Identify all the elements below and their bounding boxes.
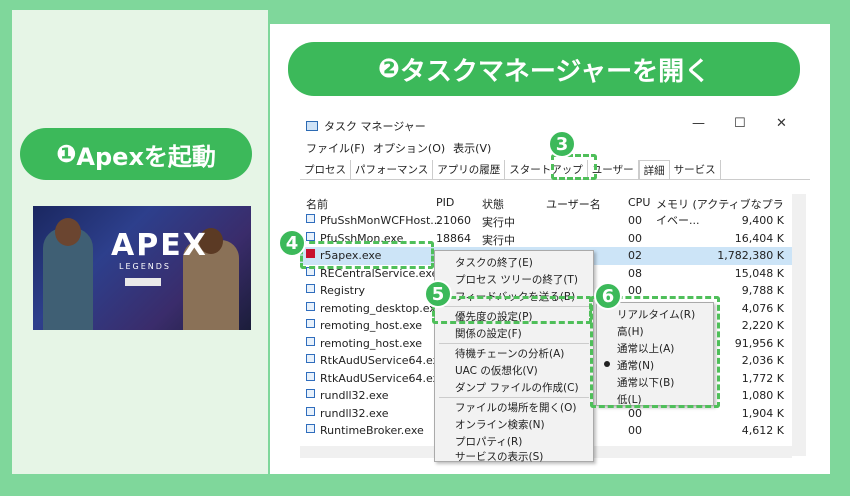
process-icon	[306, 301, 315, 311]
process-mem: 16,404 K	[734, 231, 784, 245]
menu-search-online[interactable]: オンライン検索(N)	[455, 417, 545, 432]
process-cpu: 02	[628, 249, 642, 262]
process-name: remoting_host.exe	[320, 336, 423, 350]
process-name: remoting_desktop.exe	[320, 301, 443, 315]
step4-badge: 4	[278, 229, 306, 257]
process-icon	[306, 371, 315, 381]
process-mem: 9,400 K	[741, 214, 784, 227]
process-mem: 2,036 K	[741, 354, 784, 367]
process-mem: 1,772 K	[741, 371, 784, 385]
character-left-head	[55, 218, 81, 246]
step2-pill: ❷ タスクマネージャーを開く	[288, 42, 800, 96]
process-mem: 9,788 K	[741, 284, 784, 297]
column-headers: 名前 PID 状態 ユーザー名 CPU メモリ (アクティブなプライベー...	[300, 194, 792, 227]
process-name: remoting_host.exe	[320, 319, 423, 332]
tab-details[interactable]: 詳細	[638, 160, 670, 179]
menu-separator	[439, 397, 589, 398]
apex-legends-image: APEX LEGENDS	[33, 206, 251, 330]
process-name: RtkAudUService64.exe	[320, 354, 446, 367]
column-status[interactable]: 状態	[482, 196, 504, 212]
process-icon	[306, 319, 315, 328]
menu-separator	[439, 343, 589, 344]
close-button[interactable]: ✕	[776, 116, 787, 131]
apex-subtitle: LEGENDS	[119, 262, 171, 271]
step1-pill: ❶ Apexを起動	[20, 128, 252, 180]
process-name: Registry	[320, 284, 366, 297]
process-icon	[306, 231, 315, 241]
step6-badge: 6	[594, 282, 622, 310]
tab-services[interactable]: サービス	[670, 160, 721, 179]
process-mem: 1,782,380 K	[717, 249, 784, 262]
process-name: RtkAudUService64.exe	[320, 371, 446, 385]
process-mem: 1,080 K	[741, 389, 784, 402]
highlight-priority-submenu	[590, 296, 720, 408]
maximize-button[interactable]: ☐	[734, 116, 746, 131]
process-name: rundll32.exe	[320, 406, 389, 420]
menu-go-to-services[interactable]: サービスの表示(S)	[455, 449, 543, 464]
process-mem: 2,220 K	[741, 319, 784, 332]
menu-options[interactable]: オプション(O)	[373, 140, 445, 156]
process-cpu: 00	[628, 424, 642, 437]
process-status: 実行中	[482, 216, 515, 229]
process-icon	[306, 336, 315, 346]
tab-performance[interactable]: パフォーマンス	[351, 160, 434, 179]
process-icon	[306, 406, 315, 416]
menu-view[interactable]: 表示(V)	[453, 140, 491, 156]
highlight-set-priority	[432, 296, 592, 324]
menu-create-dump[interactable]: ダンプ ファイルの作成(C)	[455, 380, 579, 395]
task-manager-icon	[306, 121, 318, 131]
menu-end-task[interactable]: タスクの終了(E)	[455, 255, 533, 270]
table-row[interactable]: PfuSshMonWCFHost... 21060 実行中 00 9,400 K	[300, 212, 792, 230]
process-mem: 4,076 K	[741, 301, 784, 315]
menu-open-file-location[interactable]: ファイルの場所を開く(O)	[455, 400, 576, 415]
process-mem: 1,904 K	[741, 406, 784, 420]
process-pid: 21060	[436, 214, 471, 227]
process-name: rundll32.exe	[320, 389, 389, 402]
step1-number: ❶	[56, 140, 77, 168]
tab-processes[interactable]: プロセス	[300, 160, 351, 179]
menu-properties[interactable]: プロパティ(R)	[455, 434, 522, 449]
menu-bar: ファイル(F) オプション(O) 表示(V)	[306, 140, 491, 156]
minimize-button[interactable]: —	[692, 116, 705, 131]
menu-end-process-tree[interactable]: プロセス ツリーの終了(T)	[455, 272, 578, 287]
column-cpu[interactable]: CPU	[628, 196, 650, 209]
highlight-details-tab	[551, 154, 597, 180]
menu-set-affinity[interactable]: 関係の設定(F)	[455, 326, 522, 341]
process-name: RuntimeBroker.exe	[320, 424, 424, 437]
menu-analyze-wait-chain[interactable]: 待機チェーンの分析(A)	[455, 346, 564, 361]
column-pid[interactable]: PID	[436, 196, 454, 209]
process-mem: 4,612 K	[741, 424, 784, 437]
process-icon	[306, 354, 315, 363]
step2-label: タスクマネージャーを開く	[399, 56, 711, 87]
step3-badge: 3	[548, 130, 576, 158]
column-name[interactable]: 名前	[306, 196, 328, 212]
process-pid: 18864	[436, 231, 471, 245]
menu-uac-virtualization[interactable]: UAC の仮想化(V)	[455, 363, 538, 378]
window-titlebar: タスク マネージャー	[306, 118, 426, 134]
window-title: タスク マネージャー	[324, 120, 426, 133]
menu-file[interactable]: ファイル(F)	[306, 140, 365, 156]
process-icon	[306, 424, 315, 433]
process-icon	[306, 389, 315, 398]
process-mem: 15,048 K	[734, 266, 784, 280]
highlight-r5apex-row	[300, 241, 434, 269]
step2-number: ❷	[377, 54, 400, 84]
process-cpu: 00	[628, 231, 642, 245]
apex-start-button	[125, 278, 161, 286]
tab-app-history[interactable]: アプリの履歴	[433, 160, 506, 179]
process-name: PfuSshMonWCFHost...	[320, 214, 441, 227]
context-menu: タスクの終了(E) プロセス ツリーの終了(T) フィードバックを送る(B) 優…	[434, 250, 594, 464]
process-icon	[306, 214, 315, 223]
apex-logo: APEX	[111, 228, 208, 263]
step5-badge: 5	[424, 280, 452, 308]
process-mem: 91,956 K	[734, 336, 784, 350]
process-cpu: 00	[628, 214, 642, 227]
process-cpu: 08	[628, 266, 642, 280]
process-icon	[306, 284, 315, 293]
process-cpu: 00	[628, 406, 642, 420]
process-status: 実行中	[482, 233, 515, 247]
column-user[interactable]: ユーザー名	[546, 196, 601, 212]
step1-label: Apexを起動	[76, 142, 216, 171]
vertical-scrollbar[interactable]	[792, 194, 806, 456]
